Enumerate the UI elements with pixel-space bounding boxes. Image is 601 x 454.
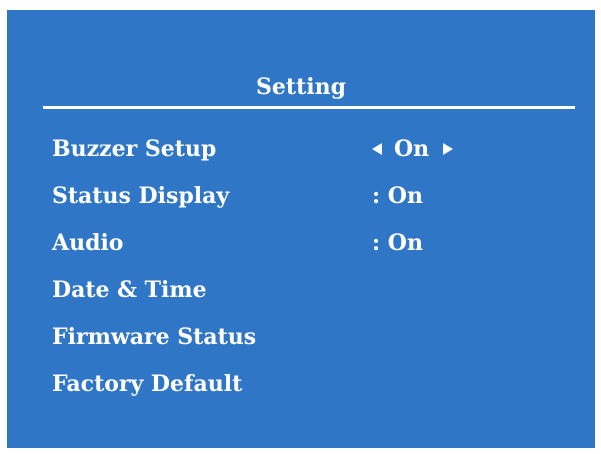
- menu-item-status-display[interactable]: Status Display : On: [52, 176, 572, 223]
- menu-title: Setting: [256, 74, 346, 100]
- menu-item-date-time[interactable]: Date & Time: [52, 270, 572, 317]
- status-display-value: : On: [372, 183, 423, 209]
- settings-osd-panel: Setting Buzzer Setup On Status Display :…: [7, 10, 595, 448]
- title-divider: [43, 106, 575, 109]
- buzzer-setup-value: On: [394, 136, 430, 162]
- menu-item-firmware-status[interactable]: Firmware Status: [52, 317, 572, 364]
- settings-menu: Buzzer Setup On Status Display : On Audi…: [52, 129, 572, 411]
- menu-item-label: Audio: [52, 230, 124, 256]
- arrow-left-icon[interactable]: [372, 143, 382, 155]
- menu-item-label: Date & Time: [52, 277, 207, 303]
- menu-item-factory-default[interactable]: Factory Default: [52, 364, 572, 411]
- audio-value: : On: [372, 230, 423, 256]
- arrow-right-icon[interactable]: [443, 143, 454, 155]
- buzzer-setup-selector[interactable]: On: [372, 135, 454, 163]
- menu-item-audio[interactable]: Audio : On: [52, 223, 572, 270]
- menu-item-label: Firmware Status: [52, 324, 257, 350]
- menu-item-label: Factory Default: [52, 371, 243, 397]
- menu-item-buzzer-setup[interactable]: Buzzer Setup On: [52, 129, 572, 176]
- menu-item-label: Status Display: [52, 183, 230, 209]
- menu-item-label: Buzzer Setup: [52, 136, 217, 162]
